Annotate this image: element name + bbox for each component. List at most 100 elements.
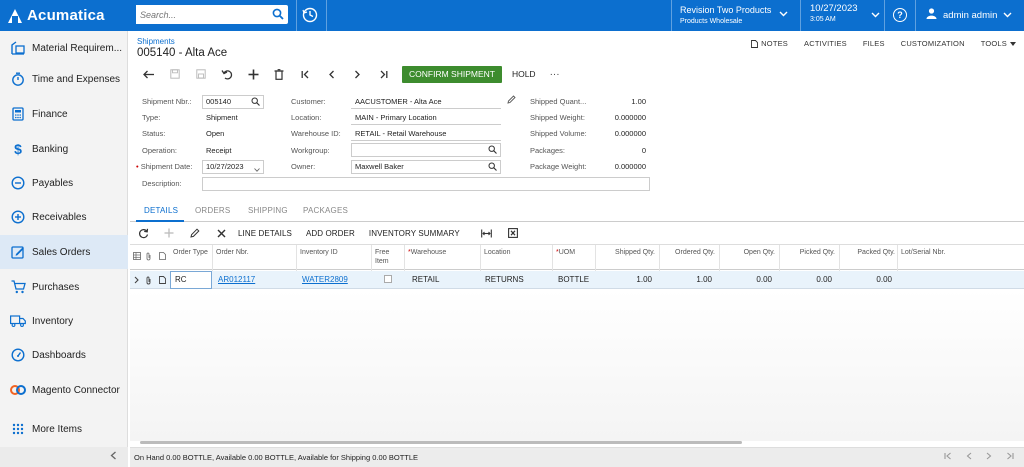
inventory-id-link[interactable]: WATER2809 (302, 275, 348, 284)
sidebar-item-dashboards[interactable]: Dashboards (0, 338, 128, 372)
horizontal-scrollbar[interactable] (140, 441, 742, 444)
ordered-qty-cell[interactable]: 1.00 (663, 275, 712, 284)
edit-row-icon[interactable] (182, 228, 208, 238)
column-header-uom[interactable]: *UOM (556, 248, 575, 257)
notes-link[interactable]: NOTES (751, 39, 788, 48)
add-row-icon[interactable] (156, 228, 182, 238)
last-record-icon[interactable] (370, 65, 396, 83)
search-icon[interactable] (488, 145, 497, 158)
sidebar-item-banking[interactable]: $ Banking (0, 132, 128, 166)
sidebar-item-more-items[interactable]: More Items (0, 412, 128, 446)
activities-link[interactable]: ACTIVITIES (804, 39, 847, 48)
first-record-icon[interactable] (292, 65, 318, 83)
delete-row-icon[interactable] (208, 229, 234, 238)
inventory-summary-button[interactable]: INVENTORY SUMMARY (369, 229, 460, 238)
tab-packages[interactable]: PACKAGES (303, 206, 348, 215)
location-value[interactable]: MAIN - Primary Location (355, 113, 437, 122)
row-settings-icon[interactable] (133, 252, 141, 262)
sidebar-item-magento-connector[interactable]: Magento Connector (0, 373, 128, 407)
column-header-lot-serial-nbr[interactable]: Lot/Serial Nbr. (901, 248, 945, 257)
order-type-cell[interactable]: RC (175, 275, 187, 284)
sidebar-item-purchases[interactable]: Purchases (0, 270, 128, 304)
last-page-icon[interactable] (1006, 452, 1014, 462)
column-header-warehouse[interactable]: *Warehouse (408, 248, 446, 257)
customization-link[interactable]: CUSTOMIZATION (901, 39, 965, 48)
hold-button[interactable]: HOLD (512, 69, 536, 79)
fit-columns-icon[interactable] (474, 229, 500, 238)
sidebar-item-time-and-expenses[interactable]: Time and Expenses (0, 62, 128, 96)
table-row[interactable]: RC AR012117 WATER2809 RETAIL RETURNS BOT… (130, 271, 1024, 289)
open-qty-cell[interactable]: 0.00 (723, 275, 772, 284)
column-header-inventory-id[interactable]: Inventory ID (300, 248, 338, 257)
column-header-order-nbr[interactable]: Order Nbr. (216, 248, 249, 257)
previous-record-icon[interactable] (318, 65, 344, 83)
brand-logo[interactable]: Acumatica (0, 0, 128, 31)
chevron-down-icon[interactable] (254, 164, 260, 176)
free-item-checkbox[interactable] (384, 275, 392, 283)
uom-cell[interactable]: BOTTLE (558, 275, 589, 284)
files-link[interactable]: FILES (863, 39, 885, 48)
sidebar-item-payables[interactable]: Payables (0, 166, 128, 200)
sidebar-item-receivables[interactable]: Receivables (0, 200, 128, 234)
tab-details[interactable]: DETAILS (144, 206, 178, 215)
next-page-icon[interactable] (986, 452, 992, 462)
add-order-button[interactable]: ADD ORDER (306, 229, 355, 238)
previous-page-icon[interactable] (966, 452, 972, 462)
order-nbr-link[interactable]: AR012117 (218, 275, 255, 284)
more-actions-button[interactable]: ··· (550, 69, 560, 80)
pencil-icon[interactable] (507, 95, 516, 106)
next-record-icon[interactable] (344, 65, 370, 83)
sidebar-item-inventory[interactable]: Inventory (0, 304, 128, 338)
packed-qty-cell[interactable]: 0.00 (843, 275, 892, 284)
help-icon[interactable]: ? (893, 8, 907, 22)
undo-icon[interactable] (214, 65, 240, 83)
business-date-selector[interactable]: 10/27/2023 3:05 AM (810, 3, 880, 25)
company-selector[interactable]: Revision Two Products Products Wholesale (680, 5, 790, 27)
add-icon[interactable] (240, 65, 266, 83)
search-input[interactable] (136, 5, 266, 24)
export-excel-icon[interactable] (500, 228, 526, 238)
warehouse-value[interactable]: RETAIL - Retail Warehouse (355, 129, 446, 138)
picked-qty-cell[interactable]: 0.00 (783, 275, 832, 284)
confirm-shipment-button[interactable]: CONFIRM SHIPMENT (402, 65, 502, 83)
shipment-date-field[interactable]: 10/27/2023 (202, 160, 264, 174)
user-menu[interactable]: admin admin (926, 8, 1012, 22)
line-details-button[interactable]: LINE DETAILS (238, 229, 292, 238)
search-icon[interactable] (272, 8, 284, 22)
workgroup-field[interactable] (351, 143, 501, 157)
note-icon[interactable] (159, 276, 166, 286)
sidebar-item-material-requirements[interactable]: Material Requirem... (0, 31, 128, 65)
owner-field[interactable]: Maxwell Baker (351, 160, 501, 174)
column-header-packed-qty[interactable]: Packed Qty. (843, 248, 895, 257)
tab-orders[interactable]: ORDERS (195, 206, 230, 215)
delete-icon[interactable] (266, 65, 292, 83)
shipment-nbr-field[interactable]: 005140 (202, 95, 264, 109)
column-header-order-type[interactable]: Order Type (173, 248, 208, 257)
back-icon[interactable] (136, 65, 162, 83)
search-icon[interactable] (251, 97, 260, 110)
search-box[interactable] (136, 5, 288, 24)
tab-shipping[interactable]: SHIPPING (248, 206, 288, 215)
column-header-shipped-qty[interactable]: Shipped Qty. (599, 248, 655, 257)
location-cell[interactable]: RETURNS (485, 275, 524, 284)
save-icon[interactable] (188, 65, 214, 83)
column-header-picked-qty[interactable]: Picked Qty. (783, 248, 835, 257)
column-header-ordered-qty[interactable]: Ordered Qty. (663, 248, 715, 257)
attachment-icon[interactable] (145, 276, 152, 287)
search-icon[interactable] (488, 162, 497, 175)
warehouse-cell[interactable]: RETAIL (412, 275, 439, 284)
save-and-close-icon[interactable] (162, 65, 188, 83)
first-page-icon[interactable] (944, 452, 952, 462)
shipped-qty-cell[interactable]: 1.00 (599, 275, 652, 284)
column-header-free-item[interactable]: Free Item (375, 248, 395, 266)
tools-menu[interactable]: TOOLS (981, 39, 1016, 48)
sidebar-item-sales-orders[interactable]: Sales Orders (0, 235, 128, 269)
chevron-left-icon[interactable] (110, 451, 117, 462)
sidebar-item-finance[interactable]: Finance (0, 97, 128, 131)
description-field[interactable] (202, 177, 650, 191)
recent-history-icon[interactable] (301, 6, 319, 26)
column-header-open-qty[interactable]: Open Qty. (723, 248, 775, 257)
customer-value[interactable]: AACUSTOMER - Alta Ace (355, 97, 442, 106)
chevron-right-icon[interactable] (134, 276, 139, 286)
refresh-icon[interactable] (130, 228, 156, 239)
